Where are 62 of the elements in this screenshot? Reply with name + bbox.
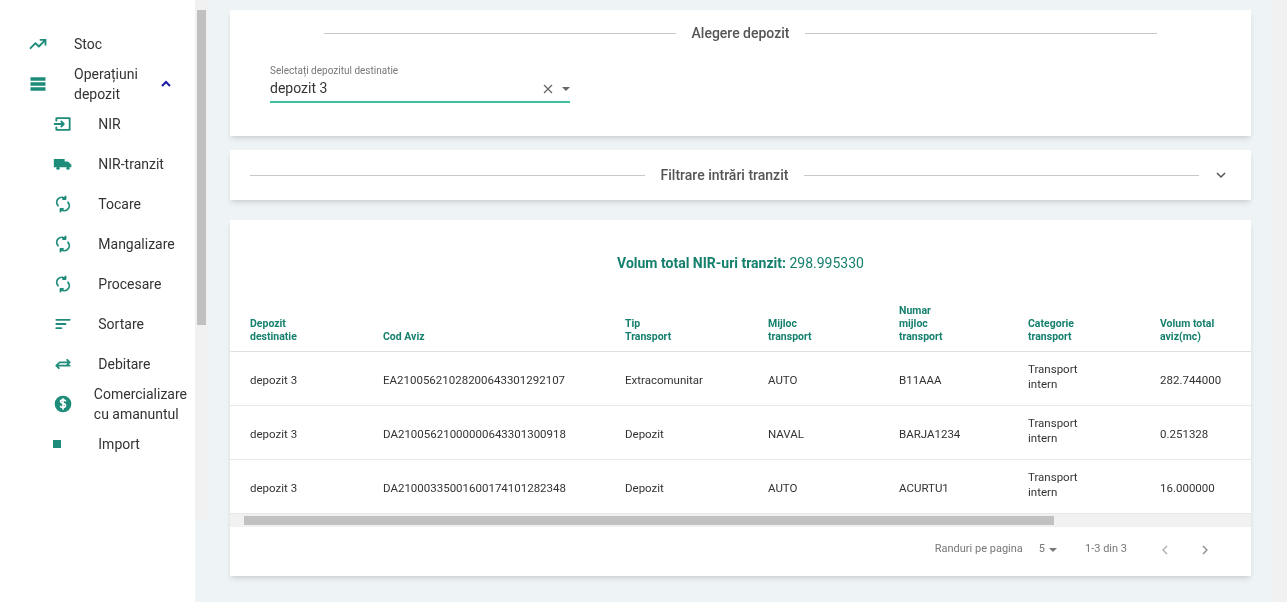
sync-icon (53, 234, 73, 254)
table-cell: depozit 3 (250, 372, 298, 388)
section-title: Alegere depozit (691, 24, 790, 43)
rows-per-page-select[interactable]: 5 (1038, 541, 1057, 558)
table-cell: BARJA1234 (899, 426, 961, 442)
column-header[interactable]: Categorie transport (1028, 317, 1086, 343)
enter-icon (53, 114, 73, 134)
sidebar-item[interactable]: Stoc (0, 24, 195, 64)
column-header[interactable]: Cod Aviz (383, 330, 441, 343)
table-cell: DA21000335001600174101282348 (383, 480, 566, 496)
table-cell-text: Transport intern (1028, 470, 1079, 500)
page-range: 1-3 din 3 (1085, 541, 1127, 558)
sidebar-subitem[interactable]: Import (0, 424, 195, 464)
table-cell: depozit 3 (250, 480, 298, 496)
column-header[interactable]: Tip Transport (625, 317, 683, 343)
sidebar-subitem[interactable]: Debitare (0, 344, 195, 384)
clear-icon[interactable] (542, 82, 554, 95)
sync-icon (53, 274, 73, 294)
column-header[interactable]: Numar mijloc transport (899, 304, 957, 343)
field-value: depozit 3 (270, 79, 329, 98)
table-cell: depozit 3 (250, 426, 298, 442)
sidebar-subitem[interactable]: Mangalizare (0, 224, 195, 264)
table-cell: AUTO (768, 372, 798, 388)
sync-icon (53, 194, 73, 214)
table-cell: DA21005621000000643301300918 (383, 426, 566, 442)
table-cell: B11AAA (899, 372, 942, 388)
list-icon (28, 74, 48, 94)
expand-caret-icon[interactable] (1215, 169, 1227, 181)
sidebar-subitem[interactable]: Sortare (0, 304, 195, 344)
dropdown-caret-icon (1049, 545, 1057, 554)
dropdown-caret-icon[interactable] (562, 84, 570, 93)
table-cell: Depozit (625, 480, 664, 496)
table-cell: AUTO (768, 480, 798, 496)
table-cell: ACURTU1 (899, 480, 949, 496)
table-cell: EA21005621028200643301292107 (383, 372, 566, 388)
table-cell: 282.744000 (1160, 372, 1222, 388)
sidebar-subitem[interactable]: Comercializare cu amanuntul (0, 384, 195, 424)
table-cell-text: Transport intern (1028, 416, 1079, 446)
table-cell: 16.000000 (1160, 480, 1215, 496)
column-header[interactable]: Depozit destinatie (250, 317, 308, 343)
section-title: Filtrare intrări tranzit (660, 166, 789, 185)
table-cell: Depozit (625, 426, 664, 442)
column-header[interactable]: Volum total aviz(mc) (1160, 317, 1218, 343)
sidebar-subitem[interactable]: NIR-tranzit (0, 144, 195, 184)
sidebar-subitem[interactable]: Tocare (0, 184, 195, 224)
sidebar-subitem[interactable]: NIR (0, 104, 195, 144)
filter-panel[interactable]: Filtrare intrări tranzit (230, 150, 1251, 200)
depot-select-field[interactable]: Selectați depozitul destinatie depozit 3 (270, 63, 570, 103)
total-volume-text: Volum total NIR-uri tranzit: 298.995330 (616, 254, 865, 273)
horizontal-scrollbar[interactable] (230, 514, 1251, 527)
column-header[interactable]: Mijloc transport (768, 317, 826, 343)
sidebar-subitem[interactable]: Procesare (0, 264, 195, 304)
field-label: Selectați depozitul destinatie (270, 64, 400, 78)
dollar-icon (53, 394, 73, 414)
table-cell: NAVAL (768, 426, 804, 442)
square-icon (53, 440, 61, 448)
table-cell: 0.251328 (1160, 426, 1209, 442)
rows-per-page-label: Randuri pe pagina (934, 541, 1023, 558)
table-cell: Extracomunitar (625, 372, 703, 388)
sidebar-scrollbar[interactable] (195, 0, 208, 520)
sidebar-item[interactable]: Operațiuni depozit (0, 64, 195, 104)
table-cell-text: Transport intern (1028, 362, 1079, 392)
